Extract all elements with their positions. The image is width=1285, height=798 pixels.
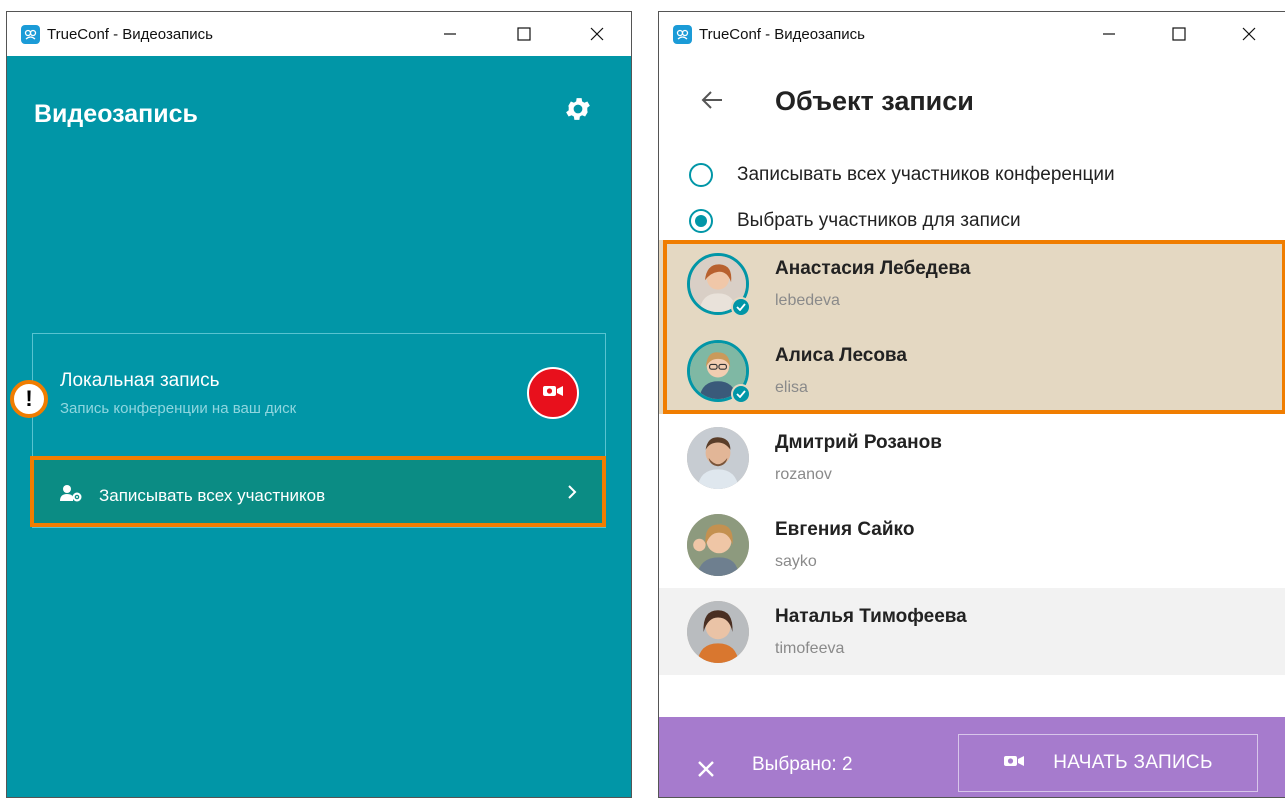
video-camera-icon bbox=[542, 384, 564, 403]
selection-action-bar: Выбрано: 2 НАЧАТЬ ЗАПИСЬ bbox=[659, 717, 1285, 797]
participant-item[interactable]: Анастасия Лебедева lebedeva bbox=[659, 240, 1285, 327]
participant-name: Анастасия Лебедева bbox=[775, 258, 971, 279]
recording-panel: Видеозапись Локальная запись Запись конф… bbox=[7, 56, 631, 797]
radio-dot bbox=[695, 215, 707, 227]
close-button[interactable] bbox=[1226, 12, 1272, 56]
participant-login: lebedeva bbox=[775, 292, 840, 309]
start-recording-button[interactable]: НАЧАТЬ ЗАПИСЬ bbox=[958, 734, 1258, 792]
participant-list: Анастасия Лебедева lebedeva Алиса Лесова… bbox=[659, 240, 1285, 675]
titlebar: TrueConf - Видеозапись bbox=[659, 12, 1285, 56]
recording-window-main: TrueConf - Видеозапись Видеозапись Локал… bbox=[6, 11, 632, 798]
check-icon bbox=[731, 297, 751, 317]
participant-item[interactable]: Наталья Тимофеева timofeeva bbox=[659, 588, 1285, 675]
avatar bbox=[687, 427, 749, 489]
trueconf-logo-icon bbox=[21, 25, 40, 44]
arrow-left-icon[interactable] bbox=[701, 90, 723, 115]
participant-login: timofeeva bbox=[775, 640, 845, 657]
participant-name: Дмитрий Розанов bbox=[775, 432, 942, 453]
participant-login: sayko bbox=[775, 553, 817, 570]
local-recording-subtitle: Запись конференции на ваш диск bbox=[60, 400, 297, 417]
participant-name: Алиса Лесова bbox=[775, 345, 907, 366]
recording-target-window: TrueConf - Видеозапись Объект записи Зап… bbox=[658, 11, 1285, 798]
participants-settings-icon bbox=[60, 484, 82, 507]
minimize-button[interactable] bbox=[1086, 12, 1132, 56]
participant-name: Наталья Тимофеева bbox=[775, 606, 967, 627]
chevron-right-icon bbox=[566, 484, 578, 505]
titlebar: TrueConf - Видеозапись bbox=[7, 12, 631, 56]
option-label: Записывать всех участников конференции bbox=[737, 164, 1115, 185]
maximize-button[interactable] bbox=[1156, 12, 1202, 56]
page-title: Видеозапись bbox=[34, 100, 198, 128]
close-icon[interactable] bbox=[697, 760, 715, 783]
warning-badge: ! bbox=[10, 380, 48, 418]
radio-button[interactable] bbox=[689, 163, 713, 187]
gear-icon[interactable] bbox=[563, 94, 593, 124]
record-all-participants-row[interactable]: Записывать всех участников bbox=[30, 456, 606, 527]
close-button[interactable] bbox=[574, 12, 620, 56]
window-title: TrueConf - Видеозапись bbox=[699, 26, 865, 43]
avatar bbox=[687, 514, 749, 576]
start-recording-label: НАЧАТЬ ЗАПИСЬ bbox=[1053, 752, 1213, 773]
participant-item[interactable]: Алиса Лесова elisa bbox=[659, 327, 1285, 414]
participant-login: rozanov bbox=[775, 466, 832, 483]
maximize-button[interactable] bbox=[501, 12, 547, 56]
record-all-participants-label: Записывать всех участников bbox=[99, 486, 326, 505]
page-title: Объект записи bbox=[775, 86, 974, 116]
participant-item[interactable]: Евгения Сайко sayko bbox=[659, 501, 1285, 588]
participant-name: Евгения Сайко bbox=[775, 519, 915, 540]
trueconf-logo-icon bbox=[673, 25, 692, 44]
participant-login: elisa bbox=[775, 379, 808, 396]
check-icon bbox=[731, 384, 751, 404]
option-label: Выбрать участников для записи bbox=[737, 210, 1021, 231]
option-record-all[interactable]: Записывать всех участников конференции bbox=[689, 159, 1115, 191]
minimize-button[interactable] bbox=[427, 12, 473, 56]
participant-item[interactable]: Дмитрий Розанов rozanov bbox=[659, 414, 1285, 501]
local-recording-title: Локальная запись bbox=[60, 370, 220, 391]
start-local-recording-button[interactable] bbox=[527, 367, 579, 419]
window-title: TrueConf - Видеозапись bbox=[47, 26, 213, 43]
option-select-participants[interactable]: Выбрать участников для записи bbox=[689, 205, 1021, 237]
radio-button-checked[interactable] bbox=[689, 209, 713, 233]
avatar bbox=[687, 601, 749, 663]
selected-count: Выбрано: 2 bbox=[752, 754, 853, 775]
video-camera-icon bbox=[1003, 754, 1025, 773]
